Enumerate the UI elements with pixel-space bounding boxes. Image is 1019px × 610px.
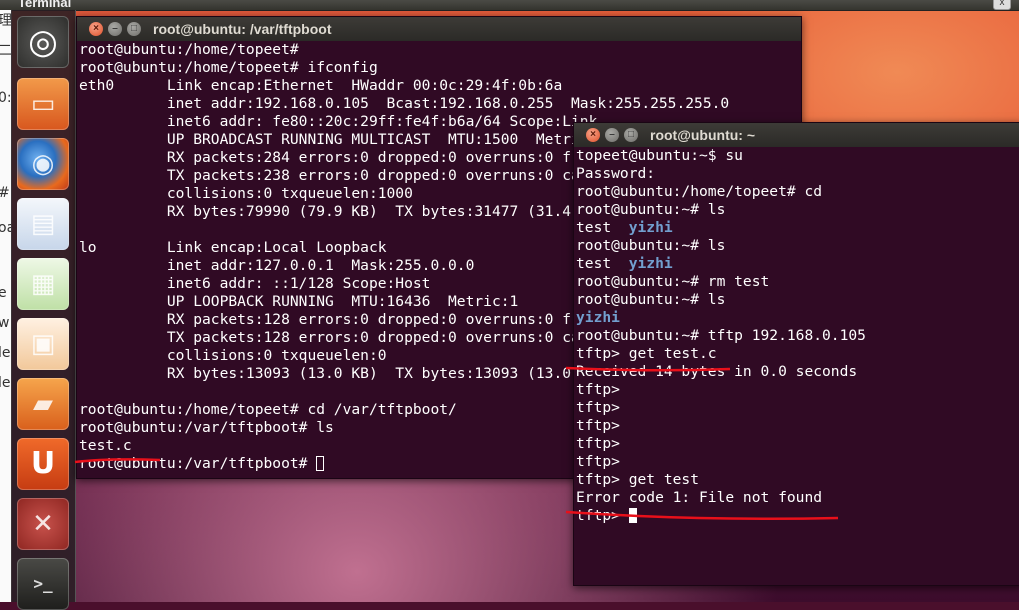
- maximize-button[interactable]: □: [624, 128, 638, 142]
- terminal-line: root@ubuntu:/home/topeet#: [79, 41, 299, 58]
- terminal-line: tftp>: [576, 381, 1019, 399]
- line-text: root@ubuntu:~# ls: [576, 201, 726, 218]
- terminal-line: tftp>: [576, 399, 1019, 417]
- terminal-line: tftp>: [576, 417, 1019, 435]
- line-text: root@ubuntu:~# ls: [576, 291, 726, 308]
- launcher-writer[interactable]: ▤: [17, 198, 69, 250]
- terminal-line: root@ubuntu:~# ls: [576, 291, 1019, 309]
- terminal-line: root@ubuntu:~# ls: [576, 237, 1019, 255]
- directory-name: yizhi: [576, 309, 620, 326]
- terminal-line: root@ubuntu:/home/topeet# cd: [576, 183, 1019, 201]
- terminal-line: eth0 Link encap:Ethernet HWaddr 00:0c:29…: [79, 77, 563, 94]
- terminal-line: tftp>: [576, 435, 1019, 453]
- text-cursor: [316, 456, 325, 471]
- line-text: test: [576, 255, 629, 272]
- wrench-gear-icon: ✕: [32, 509, 54, 539]
- terminal-line: Error code 1: File not found: [576, 489, 1019, 507]
- minimize-button[interactable]: –: [108, 22, 122, 36]
- line-text: Received 14 bytes in 0.0 seconds: [576, 363, 858, 380]
- maximize-button[interactable]: □: [127, 22, 141, 36]
- line-text: topeet@ubuntu:~$ su: [576, 147, 743, 164]
- background-text-fragment: 0:: [0, 90, 12, 106]
- titlebar[interactable]: × – □ root@ubuntu: /var/tftpboot: [77, 17, 801, 41]
- line-text: root@ubuntu:~# rm test: [576, 273, 770, 290]
- firefox-icon: ◉: [31, 149, 55, 179]
- presentation-icon: ▣: [30, 329, 56, 359]
- minimize-button[interactable]: –: [605, 128, 619, 142]
- prompt-text: tftp>: [576, 507, 629, 524]
- ubuntu-one-icon: U: [30, 446, 56, 481]
- window-title: root@ubuntu: ~: [650, 127, 756, 143]
- terminal-line: tftp> get test.c: [576, 345, 1019, 363]
- line-text: tftp>: [576, 381, 620, 398]
- close-button[interactable]: ×: [586, 128, 600, 142]
- spreadsheet-icon: ▦: [30, 269, 56, 299]
- launcher-system-settings[interactable]: ✕: [17, 498, 69, 550]
- terminal-line: topeet@ubuntu:~$ su: [576, 147, 1019, 165]
- prompt-text: root@ubuntu:/var/tftpboot#: [79, 455, 317, 472]
- document-icon: ▤: [30, 209, 56, 239]
- terminal-line: test yizhi: [576, 255, 1019, 273]
- line-text: tftp>: [576, 417, 620, 434]
- background-text-fragment: le: [0, 345, 11, 361]
- terminal-window-home[interactable]: × – □ root@ubuntu: ~ topeet@ubuntu:~$ su…: [573, 122, 1019, 586]
- terminal-line: tftp>: [576, 453, 1019, 471]
- text-cursor: [628, 508, 637, 523]
- terminal-line: tftp> get test: [576, 471, 1019, 489]
- launcher-ubuntu-dash[interactable]: ◎: [17, 16, 69, 68]
- line-text: root@ubuntu:~# tftp 192.168.0.105: [576, 327, 866, 344]
- launcher-impress[interactable]: ▣: [17, 318, 69, 370]
- background-text-fragment: #: [0, 185, 10, 201]
- launcher-software-center[interactable]: ▰: [17, 378, 69, 430]
- line-text: Password:: [576, 165, 656, 182]
- launcher-firefox[interactable]: ◉: [17, 138, 69, 190]
- line-text: root@ubuntu:/home/topeet# cd: [576, 183, 823, 200]
- close-button[interactable]: ×: [89, 22, 103, 36]
- line-text: root@ubuntu:~# ls: [576, 237, 726, 254]
- shopping-bag-icon: ▰: [33, 389, 53, 419]
- terminal-line: Received 14 bytes in 0.0 seconds: [576, 363, 1019, 381]
- background-text-fragment: w: [0, 315, 9, 331]
- launcher-terminal[interactable]: >_: [17, 558, 69, 610]
- titlebar[interactable]: × – □ root@ubuntu: ~: [574, 123, 1019, 147]
- line-text: tftp>: [576, 399, 620, 416]
- terminal-prompt-line[interactable]: tftp>: [576, 507, 1019, 525]
- terminal-icon: >_: [33, 574, 53, 593]
- terminal-line: root@ubuntu:~# ls: [576, 201, 1019, 219]
- line-text: tftp> get test.c: [576, 345, 717, 362]
- launcher-ubuntu-one[interactable]: U: [17, 438, 69, 490]
- launcher-files[interactable]: ▭: [17, 78, 69, 130]
- line-text: tftp>: [576, 453, 620, 470]
- background-text-fragment: e: [0, 285, 7, 301]
- ubuntu-logo-icon: ◎: [28, 22, 58, 62]
- panel-title: Terminal: [18, 0, 72, 10]
- terminal-line: root@ubuntu:~# tftp 192.168.0.105: [576, 327, 1019, 345]
- background-text-fragment: le: [0, 375, 11, 391]
- line-text: tftp> get test: [576, 471, 700, 488]
- terminal-line: test yizhi: [576, 219, 1019, 237]
- launcher: ◎ ▭ ◉ ▤ ▦ ▣ ▰ U ✕ >_: [11, 10, 76, 610]
- panel-close-icon[interactable]: x: [993, 0, 1011, 10]
- line-text: tftp>: [576, 435, 620, 452]
- terminal-line: yizhi: [576, 309, 1019, 327]
- terminal-output[interactable]: topeet@ubuntu:~$ su Password: root@ubuntu:…: [574, 147, 1019, 585]
- terminal-line: inet addr:192.168.0.105 Bcast:192.168.0.…: [79, 95, 730, 112]
- line-text: test: [576, 219, 629, 236]
- terminal-line: Password:: [576, 165, 1019, 183]
- window-title: root@ubuntu: /var/tftpboot: [153, 21, 332, 37]
- terminal-line: root@ubuntu:/home/topeet# ifconfig: [79, 59, 378, 76]
- folder-icon: ▭: [30, 89, 56, 119]
- terminal-line: root@ubuntu:~# rm test: [576, 273, 1019, 291]
- directory-name: yizhi: [628, 255, 673, 272]
- line-text: Error code 1: File not found: [576, 489, 823, 506]
- top-panel: Terminal x: [0, 0, 1019, 11]
- directory-name: yizhi: [628, 219, 673, 236]
- launcher-calc[interactable]: ▦: [17, 258, 69, 310]
